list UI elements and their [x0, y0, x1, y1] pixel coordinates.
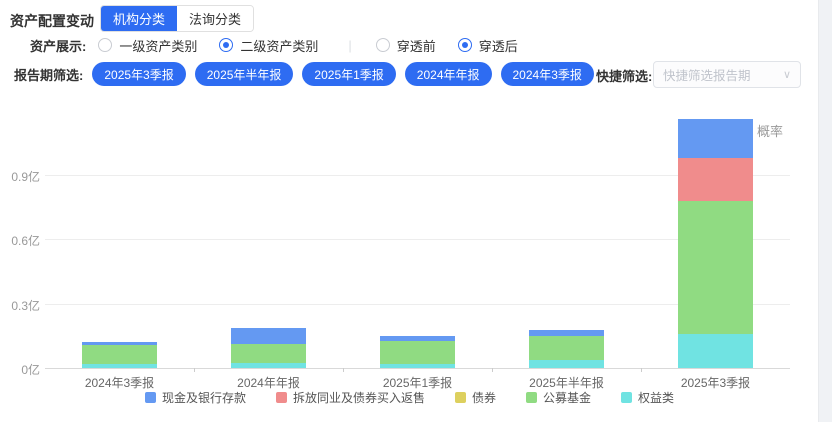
- report-filter-label: 报告期筛选:: [14, 65, 83, 84]
- radio-icon: [458, 38, 472, 52]
- x-axis-line: [45, 368, 790, 369]
- legend-marker: [276, 392, 287, 403]
- y-axis-label: 0亿: [0, 361, 40, 378]
- legend-label: 拆放同业及债券买入返售: [293, 389, 425, 406]
- bar-segment-公募基金[interactable]: [380, 341, 455, 364]
- classification-tabs: 机构分类 法询分类: [100, 5, 254, 32]
- bar-segment-拆放同业及债券买入返售[interactable]: [678, 158, 753, 201]
- legend-item-权益类[interactable]: 权益类: [621, 389, 674, 406]
- report-period-pills: 2025年3季报 2025年半年报 2025年1季报 2024年年报 2024年3季报: [92, 62, 603, 86]
- bar-segment-现金及银行存款[interactable]: [529, 330, 604, 336]
- legend-item-现金及银行存款[interactable]: 现金及银行存款: [145, 389, 246, 406]
- radio-label: 二级资产类别: [240, 36, 318, 55]
- asset-display-row: 资产展示: 一级资产类别 二级资产类别 | 穿透前 穿透后: [30, 36, 540, 54]
- radio-level1-asset[interactable]: 一级资产类别: [98, 36, 197, 55]
- pill-report-period-2[interactable]: 2025年1季报: [302, 62, 395, 86]
- y-axis-label: 0.9亿: [0, 168, 40, 185]
- quick-filter-select[interactable]: 快捷筛选报告期 ∨: [653, 61, 801, 88]
- asset-allocation-panel: 资产配置变动 机构分类 法询分类 资产展示: 一级资产类别 二级资产类别 | 穿…: [0, 0, 819, 422]
- report-period-filter-row: 报告期筛选: 2025年3季报2025年半年报2025年1季报2024年年报20…: [14, 62, 603, 86]
- radio-icon: [219, 38, 233, 52]
- quick-filter-label: 快捷筛选:: [596, 66, 652, 85]
- tab-faxun-classification[interactable]: 法询分类: [177, 6, 253, 31]
- legend-label: 公募基金: [543, 389, 591, 406]
- chart: 0亿0.3亿0.6亿0.9亿2024年3季报2024年年报2025年1季报202…: [0, 100, 819, 422]
- bar-segment-现金及银行存款[interactable]: [82, 342, 157, 345]
- divider: |: [348, 38, 351, 53]
- bar-segment-公募基金[interactable]: [82, 345, 157, 364]
- y-axis-label: 0.6亿: [0, 232, 40, 249]
- tab-institution-classification[interactable]: 机构分类: [101, 6, 177, 31]
- quick-filter-placeholder: 快捷筛选报告期: [663, 65, 783, 84]
- bar-segment-权益类[interactable]: [380, 364, 455, 368]
- y-axis-label: 0.3亿: [0, 297, 40, 314]
- pill-report-period-3[interactable]: 2024年年报: [405, 62, 492, 86]
- radio-icon: [98, 38, 112, 52]
- radio-label: 穿透前: [397, 36, 436, 55]
- legend-marker: [455, 392, 466, 403]
- radio-label: 穿透后: [479, 36, 518, 55]
- legend-item-拆放同业及债券买入返售[interactable]: 拆放同业及债券买入返售: [276, 389, 425, 406]
- axis-tick: [492, 368, 493, 372]
- bar-segment-公募基金[interactable]: [231, 344, 306, 363]
- legend-item-公募基金[interactable]: 公募基金: [526, 389, 591, 406]
- pill-report-period-4[interactable]: 2024年3季报: [501, 62, 594, 86]
- legend-label: 权益类: [638, 389, 674, 406]
- legend: 现金及银行存款 拆放同业及债券买入返售 债券 公募基金 权益类: [0, 389, 819, 406]
- radio-icon: [376, 38, 390, 52]
- legend-label: 债券: [472, 389, 496, 406]
- axis-tick: [194, 368, 195, 372]
- pill-report-period-1[interactable]: 2025年半年报: [195, 62, 294, 86]
- bar-segment-权益类[interactable]: [231, 363, 306, 368]
- radio-level2-asset[interactable]: 二级资产类别: [219, 36, 318, 55]
- legend-item-债券[interactable]: 债券: [455, 389, 496, 406]
- bar-segment-权益类[interactable]: [678, 334, 753, 368]
- bar-segment-现金及银行存款[interactable]: [231, 328, 306, 344]
- bar-segment-现金及银行存款[interactable]: [678, 119, 753, 158]
- legend-marker: [526, 392, 537, 403]
- radio-post-penetration[interactable]: 穿透后: [458, 36, 518, 55]
- legend-label: 现金及银行存款: [162, 389, 246, 406]
- bar-segment-公募基金[interactable]: [678, 201, 753, 334]
- axis-tick: [641, 368, 642, 372]
- radio-label: 一级资产类别: [119, 36, 197, 55]
- radio-pre-penetration[interactable]: 穿透前: [376, 36, 436, 55]
- axis-tick: [343, 368, 344, 372]
- bar-segment-现金及银行存款[interactable]: [380, 336, 455, 341]
- bar-segment-公募基金[interactable]: [529, 336, 604, 360]
- page-title: 资产配置变动: [10, 11, 94, 31]
- bar-segment-权益类[interactable]: [529, 360, 604, 368]
- bar-segment-权益类[interactable]: [82, 364, 157, 368]
- asset-display-label: 资产展示:: [30, 36, 86, 55]
- legend-marker: [621, 392, 632, 403]
- pill-report-period-0[interactable]: 2025年3季报: [92, 62, 185, 86]
- annotation-gailv: 概率: [757, 121, 783, 140]
- chevron-down-icon: ∨: [783, 68, 791, 81]
- legend-marker: [145, 392, 156, 403]
